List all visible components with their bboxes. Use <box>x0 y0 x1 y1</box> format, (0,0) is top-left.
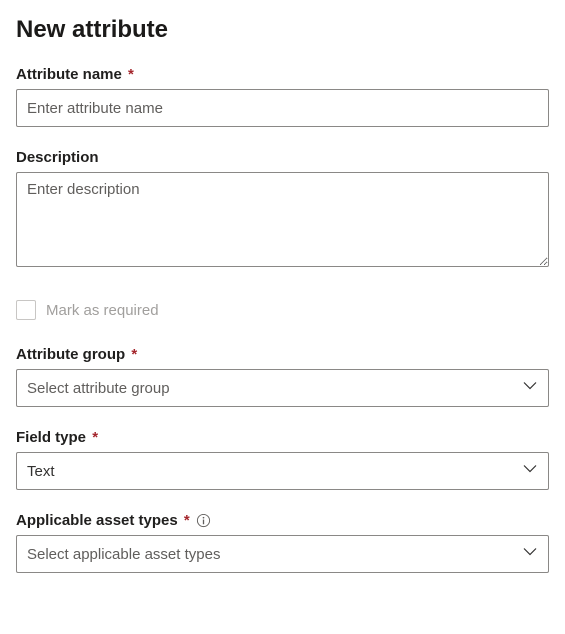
field-type-label: Field type * <box>16 429 549 446</box>
required-asterisk: * <box>131 346 137 363</box>
required-asterisk: * <box>128 66 134 83</box>
attribute-name-group: Attribute name * <box>16 66 549 127</box>
attribute-group-group: Attribute group * Select attribute group <box>16 346 549 407</box>
attribute-name-label-text: Attribute name <box>16 66 122 83</box>
applicable-asset-types-label-text: Applicable asset types <box>16 512 178 529</box>
attribute-name-label: Attribute name * <box>16 66 549 83</box>
field-type-select[interactable]: Text <box>16 452 549 490</box>
attribute-group-select[interactable]: Select attribute group <box>16 369 549 407</box>
mark-required-row: Mark as required <box>16 300 549 320</box>
description-group: Description <box>16 149 549 272</box>
attribute-group-label: Attribute group * <box>16 346 549 363</box>
description-label: Description <box>16 149 549 166</box>
field-type-group: Field type * Text <box>16 429 549 490</box>
applicable-asset-types-label: Applicable asset types * <box>16 512 190 529</box>
attribute-name-input[interactable] <box>16 89 549 127</box>
page-title: New attribute <box>16 16 549 44</box>
attribute-group-select-wrapper: Select attribute group <box>16 369 549 407</box>
mark-required-checkbox[interactable] <box>16 300 36 320</box>
applicable-asset-types-label-row: Applicable asset types * <box>16 512 549 529</box>
field-type-label-text: Field type <box>16 429 86 446</box>
attribute-group-label-text: Attribute group <box>16 346 125 363</box>
required-asterisk: * <box>92 429 98 446</box>
field-type-select-wrapper: Text <box>16 452 549 490</box>
applicable-asset-types-select[interactable]: Select applicable asset types <box>16 535 549 573</box>
required-asterisk: * <box>184 512 190 529</box>
mark-required-label: Mark as required <box>46 302 159 319</box>
description-input[interactable] <box>16 172 549 267</box>
info-icon[interactable] <box>196 513 211 528</box>
applicable-asset-types-group: Applicable asset types * Select applicab… <box>16 512 549 573</box>
applicable-asset-types-select-wrapper: Select applicable asset types <box>16 535 549 573</box>
